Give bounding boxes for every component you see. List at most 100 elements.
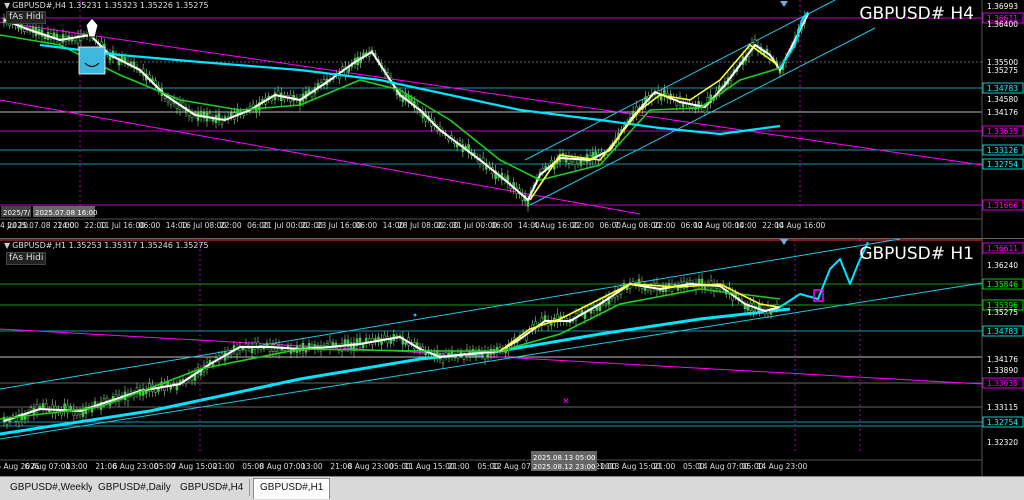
tab-weekly[interactable]: GBPUSD#,Weekly (4, 479, 101, 496)
h1-time-label: 13:00 (301, 462, 323, 471)
h4-candle (447, 138, 450, 141)
h1-dot-marker (413, 313, 417, 317)
h1-candle (586, 306, 590, 310)
h1-candle (325, 343, 329, 347)
h1-channel-line (0, 282, 983, 440)
h1-price-label: 1.33115 (987, 403, 1018, 412)
h1-candle (383, 334, 386, 339)
h4-time-label: 14:00 (57, 221, 79, 230)
h1-candle (29, 407, 33, 411)
h1-hide-button[interactable]: fAs Hidi (6, 252, 47, 265)
h4-price-label: 1.35275 (987, 66, 1018, 75)
h1-time-label: 13:00 (66, 462, 88, 471)
h1-candle (259, 347, 263, 351)
h1-chart-header: ▼ GBPUSD#,H1 1.35253 1.35317 1.35246 1.35… (4, 241, 209, 250)
h1-price-label: 1.36611 (987, 244, 1018, 253)
h4-chart-canvas[interactable]: 1.369931.366111.364001.355001.352751.347… (0, 0, 1024, 238)
h1-price-label: 1.34783 (987, 327, 1018, 336)
h1-candle (41, 403, 45, 410)
h4-time-label: 14:00 (735, 221, 757, 230)
h1-time-label: 21:00 (654, 462, 676, 471)
h1-time-label: 8 Aug 23:00 (348, 462, 394, 471)
h1-collapse-icon[interactable]: ▼ (4, 241, 10, 250)
h1-price-label: 1.35275 (987, 308, 1018, 317)
h4-candle (567, 156, 571, 164)
h4-time-label: 22:00 (572, 221, 594, 230)
h4-time-label: 14 Aug 16:00 (775, 221, 826, 230)
h4-chart-header: ▼ GBPUSD#,H4 1.35231 1.35323 1.35226 1.35… (4, 1, 209, 10)
h1-candle (361, 344, 365, 348)
h4-candle (458, 140, 462, 144)
h4-collapse-icon[interactable]: ▼ (4, 1, 10, 10)
h4-time-label: 22:00 (654, 221, 676, 230)
h4-price-label: 1.33635 (987, 127, 1018, 136)
h4-pen-icon (85, 17, 99, 38)
h4-candle (22, 29, 26, 32)
h4-price-label: 1.32754 (987, 160, 1018, 169)
h1-time-label: 7 Aug 15:00 (171, 462, 217, 471)
h4-trendline (0, 21, 983, 166)
h1-chart-canvas[interactable]: ✕1.366111.362401.358461.353961.352751.34… (0, 239, 1024, 477)
h1-time-label: 6 Aug 23:00 (113, 462, 159, 471)
h1-candle (157, 388, 160, 392)
h4-ma-cyan (39, 43, 781, 136)
h4-ma-yellow (529, 44, 779, 201)
h1-time-label: 6 Aug 07:00 (24, 462, 70, 471)
h4-chart-title: GBPUSD# H4 (859, 4, 974, 24)
h4-price-label: 1.36400 (987, 20, 1018, 29)
h4-candle (230, 112, 233, 117)
h1-time-label: 8 Aug 07:00 (260, 462, 306, 471)
h4-candle (43, 36, 47, 40)
h1-price-line (3, 283, 781, 422)
h4-trendline (0, 99, 641, 215)
h4-price-label: 1.34783 (987, 84, 1018, 93)
h1-chart-pane[interactable]: ✕ 1.36611 1.36240 1.35846 1.35396 1.35275 1.34… (0, 238, 1024, 477)
h4-price-label: 1.36993 (987, 2, 1018, 11)
h1-candle (105, 397, 109, 401)
tab-daily[interactable]: GBPUSD#,Daily (92, 479, 178, 496)
h1-symbol-ohlc: GBPUSD#,H1 1.35253 1.35317 1.35246 1.352… (12, 241, 209, 250)
h1-candle (69, 406, 73, 410)
h1-candle (389, 339, 393, 344)
h1-time-label: 21:00 (213, 462, 235, 471)
h1-price-label: 1.33890 (987, 366, 1018, 375)
h1-candle (310, 344, 314, 347)
h1-candle (755, 308, 758, 313)
h1-cross-marker: ✕ (562, 397, 570, 407)
h1-candle (688, 279, 692, 283)
h4-time-label: 06:00 (356, 221, 378, 230)
h1-price-label: 1.33635 (987, 379, 1018, 388)
h4-ma-green (0, 34, 781, 181)
h1-price-label: 1.36240 (987, 261, 1018, 270)
h1-candle (404, 342, 407, 345)
h1-candle (577, 311, 581, 315)
h4-signal-box (78, 46, 106, 75)
chart-tab-bar: GBPUSD#,Weekly GBPUSD#,Daily GBPUSD#,H4 … (0, 476, 1024, 500)
h4-price-label: 1.31666 (987, 201, 1018, 210)
h1-candle (331, 342, 335, 346)
h4-hide-button[interactable]: fAs Hidi (6, 11, 47, 24)
h1-candle (265, 342, 269, 347)
h4-channel-line (529, 27, 876, 206)
h4-time-label: 22:00 (220, 221, 242, 230)
tab-h1[interactable]: GBPUSD#,H1 (253, 478, 331, 499)
h4-chart-pane[interactable]: 1.36993 1.36611 1.36400 1.35500 1.35275 1.347… (0, 0, 1024, 238)
h4-cursor-date: 2025.07.08 16:00 (35, 209, 97, 217)
h1-candle (277, 344, 281, 354)
h1-time-label: 21:00 (448, 462, 470, 471)
h1-price-label: 1.32754 (987, 418, 1018, 427)
h1-price-label: 1.34176 (987, 355, 1018, 364)
h1-cursor-date: 2025.08.12 23:00 (533, 463, 595, 471)
h4-symbol-ohlc: GBPUSD#,H4 1.35231 1.35323 1.35226 1.352… (12, 1, 209, 10)
h1-shift-marker (780, 239, 788, 245)
h4-channel-line (524, 0, 836, 161)
h4-time-label: 06:00 (139, 221, 161, 230)
h1-price-label: 1.32320 (987, 438, 1018, 447)
tab-h4[interactable]: GBPUSD#,H4 (174, 479, 251, 496)
h1-cursor-date: 2025.08.13 05:00 (533, 454, 595, 462)
h1-candle (307, 343, 311, 348)
h1-ma-cyan (0, 307, 791, 436)
h4-time-label: 06:00 (491, 221, 513, 230)
h4-cursor-date: 2025/7/ (3, 209, 31, 217)
h4-shift-marker (780, 1, 788, 7)
